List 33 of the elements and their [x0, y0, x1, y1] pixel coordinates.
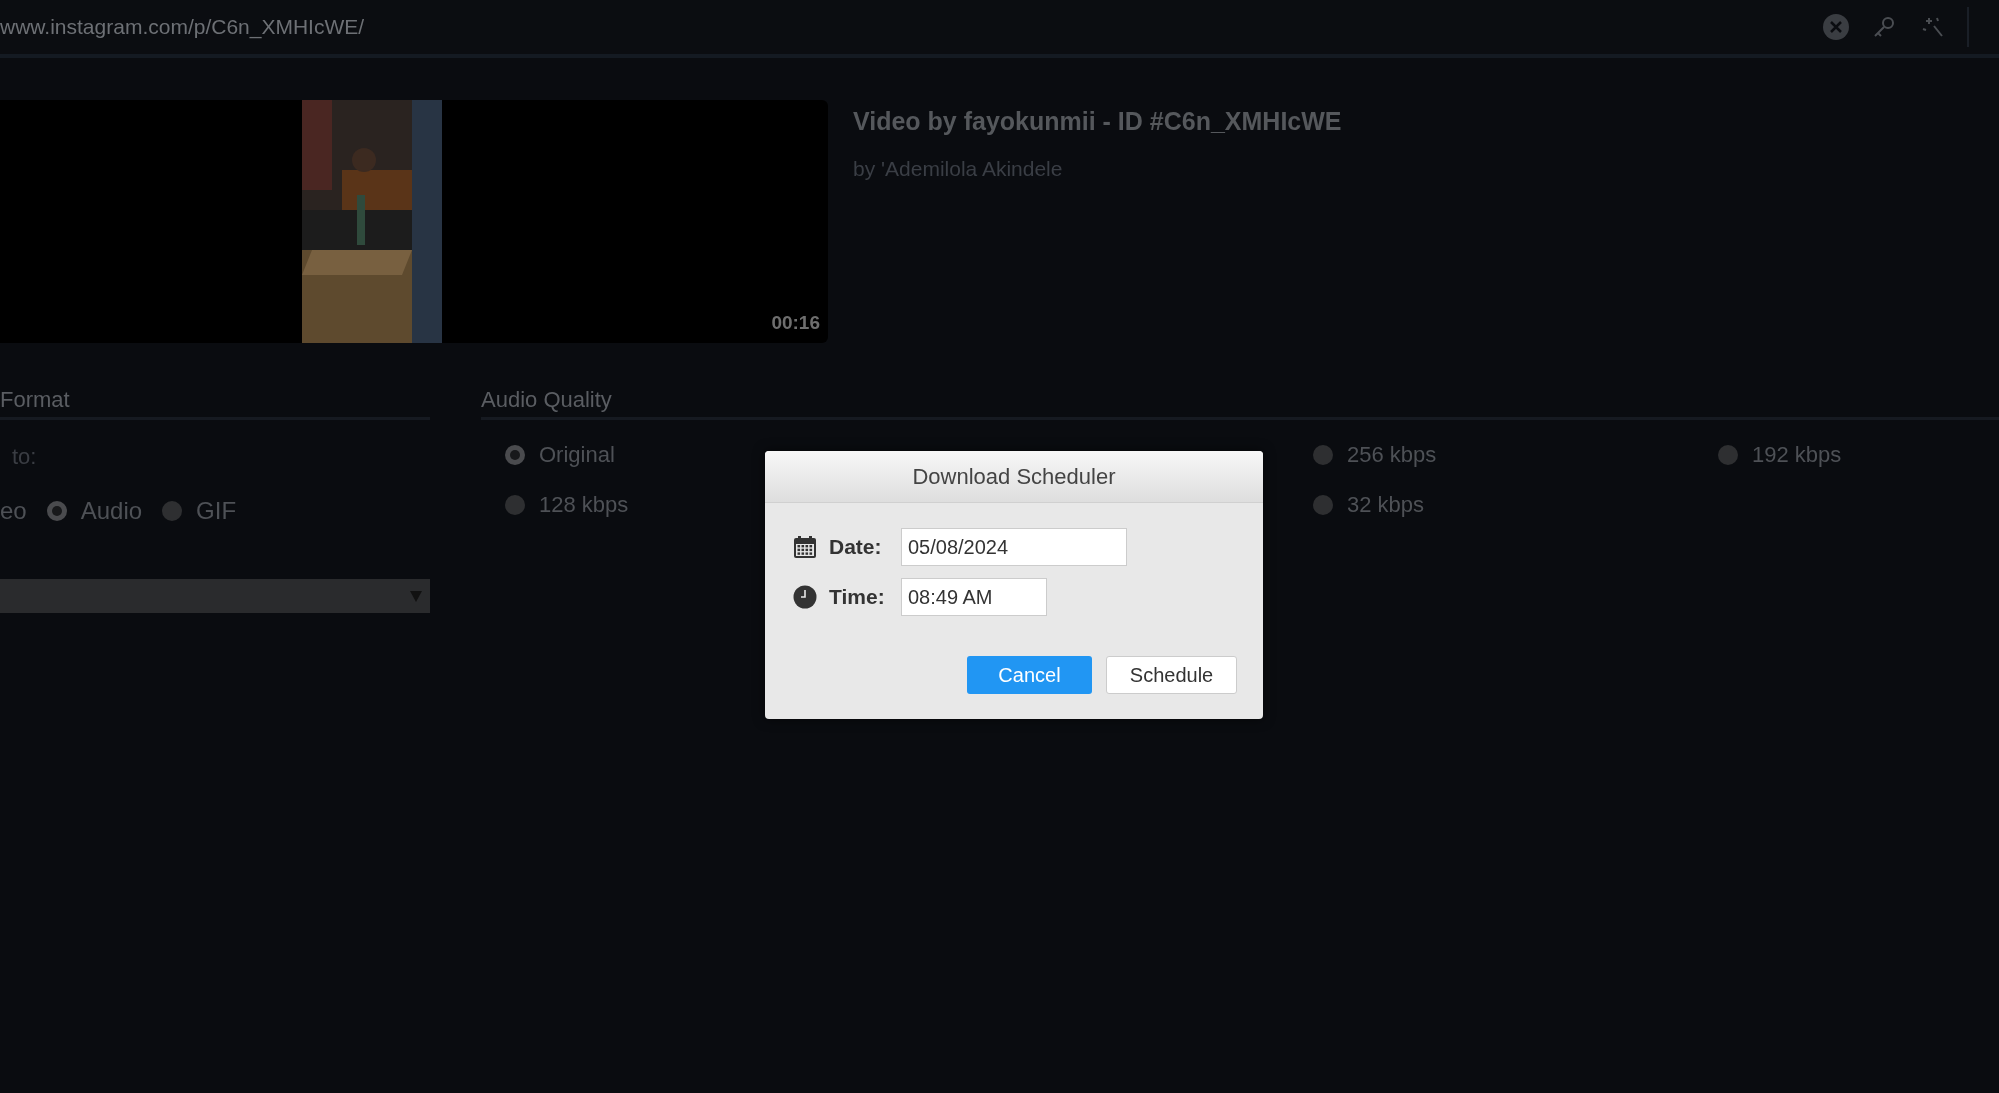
format-option[interactable]: eo — [0, 493, 27, 529]
secondary-button[interactable]: Schedule — [1106, 656, 1237, 694]
url-text[interactable]: www.instagram.com/p/C6n_XMHIcWE/ — [0, 11, 365, 43]
quality-option[interactable]: Original — [539, 438, 615, 471]
radio-button[interactable] — [162, 501, 183, 521]
quality-option[interactable]: 256 kbps — [1347, 438, 1437, 471]
radio-button[interactable] — [505, 444, 525, 465]
quality-option[interactable]: 128 kbps — [539, 488, 629, 521]
radio-button[interactable] — [1718, 444, 1738, 465]
format-option[interactable]: Audio — [80, 493, 143, 529]
primary-button[interactable]: Cancel — [967, 656, 1092, 694]
radio-button[interactable] — [1313, 494, 1333, 515]
format-option[interactable]: GIF — [196, 493, 237, 529]
dialog-title: Download Scheduler — [912, 463, 1116, 491]
radio-button[interactable] — [46, 501, 67, 521]
video-title: Video by fayokunmii - ID #C6n_XMHIcWE — [853, 106, 1342, 137]
radio-button[interactable] — [1313, 444, 1333, 465]
caret-icon — [410, 590, 422, 602]
section-heading: Audio Quality — [481, 386, 613, 414]
video-player[interactable]: 00:16 — [0, 100, 828, 343]
quality-option[interactable]: 192 kbps — [1752, 438, 1842, 471]
calendar-icon — [793, 535, 817, 559]
time-field[interactable]: 08:49 AM — [901, 578, 1047, 616]
dropdown[interactable] — [0, 579, 430, 613]
quality-option[interactable]: 32 kbps — [1347, 488, 1425, 521]
clear-icon[interactable] — [1823, 14, 1849, 40]
section-heading: Format — [0, 386, 71, 414]
time-label: Time: — [829, 584, 886, 611]
date-field[interactable]: 05/08/2024 — [901, 528, 1127, 566]
video-duration: 00:16 — [771, 310, 820, 335]
clock-icon — [793, 585, 817, 609]
date-label: Date: — [829, 534, 883, 561]
radio-button[interactable] — [505, 494, 525, 515]
